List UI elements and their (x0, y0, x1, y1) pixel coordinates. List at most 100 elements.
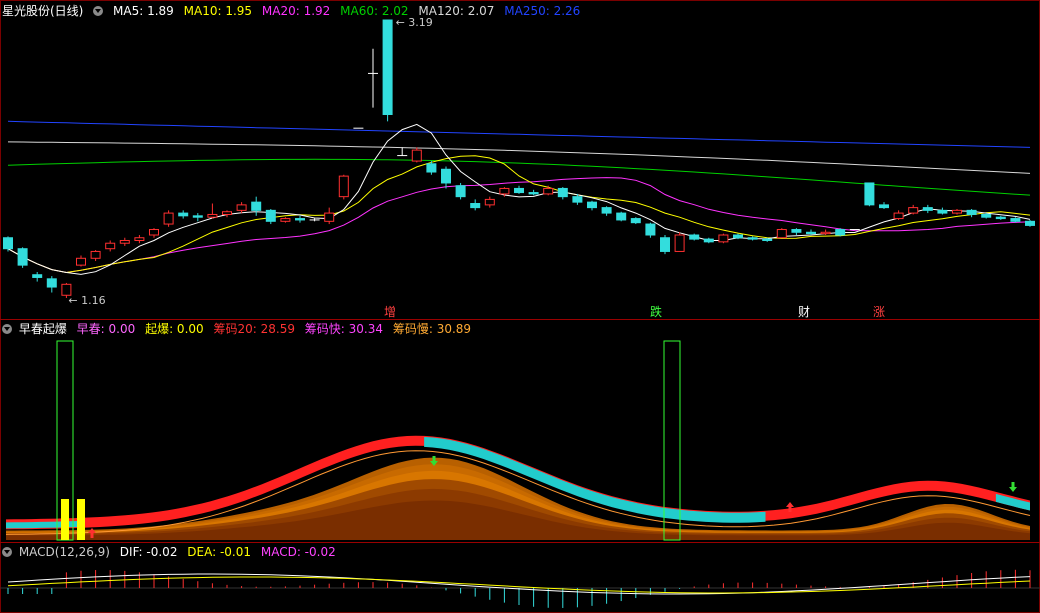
candle-0 (3, 236, 13, 252)
candle-40 (587, 200, 597, 211)
candle-body-31 (455, 185, 466, 198)
candle-body-23 (338, 175, 349, 198)
ma10-value: MA10: 1.95 (183, 4, 253, 18)
candle-25 (368, 48, 378, 108)
candle-57 (835, 228, 846, 237)
macd-header: MACD(12,26,9) DIF: -0.02 DEA: -0.01 MACD… (2, 544, 342, 560)
candle-body-8 (119, 239, 130, 244)
candle-body-47 (689, 234, 700, 240)
qibao-value: 起爆: 0.00 (145, 322, 204, 336)
candle-31 (455, 182, 466, 200)
main-panel-header: 星光股份(日线) MA5: 1.89 MA10: 1.95 MA20: 1.92… (2, 3, 586, 19)
candle-55 (806, 229, 816, 236)
stock-chart-window: ← 3.19 ← 1.16 星光股份(日线) MA5: 1.89 MA10: 1.… (0, 0, 1040, 613)
candle-5 (76, 255, 86, 267)
candle-45 (660, 235, 670, 255)
candle-36 (528, 189, 539, 196)
candle-48 (703, 237, 714, 244)
macd-name: MACD(12,26,9) (18, 545, 110, 559)
candle-38 (557, 187, 568, 200)
candle-15 (222, 210, 232, 218)
ma20-value: MA20: 1.92 (261, 4, 331, 18)
candle-body-46 (674, 234, 685, 252)
choumakuai-value: 筹码快: 30.34 (304, 322, 384, 336)
candle-63 (922, 204, 933, 214)
qibao-bar-1 (61, 499, 69, 540)
macd-toggle-icon[interactable] (2, 547, 12, 557)
candle-28 (411, 147, 422, 163)
candle-30 (441, 166, 451, 189)
candle-47 (689, 233, 700, 241)
indicator1-header: 早春起爆 早春: 0.00 起爆: 0.00 筹码20: 28.59 筹码快: … (2, 321, 477, 337)
candle-1 (17, 247, 28, 268)
candle-23 (338, 174, 349, 200)
dea-value: DEA: -0.01 (187, 545, 252, 559)
candle-10 (149, 228, 159, 238)
candle-body-15 (222, 211, 232, 215)
ma120-value: MA120: 2.07 (418, 4, 495, 18)
candle-body-45 (660, 237, 670, 252)
candle-32 (470, 199, 481, 211)
candle-body-42 (616, 212, 627, 221)
candle-body-44 (645, 223, 656, 236)
candle-body-20 (295, 218, 305, 221)
dropdown-toggle-icon[interactable] (93, 6, 104, 16)
ma-line-ma120 (7, 141, 1031, 174)
ma5-value: MA5: 1.89 (113, 4, 174, 18)
candle-59 (864, 182, 875, 207)
candle-18 (265, 208, 276, 225)
candle-13 (192, 213, 203, 222)
candle-body-66 (966, 209, 977, 215)
candle-body-52 (762, 238, 773, 241)
candle-body-64 (937, 209, 948, 214)
candle-body-41 (601, 207, 612, 214)
candle-17 (251, 196, 262, 216)
candle-33 (484, 196, 495, 208)
event-marker-die[interactable]: 跌 (650, 303, 662, 320)
candle-body-34 (499, 187, 510, 195)
candle-body-51 (747, 237, 758, 240)
candle-body-13 (192, 215, 203, 218)
candle-body-33 (484, 198, 495, 206)
macd-value: MACD: -0.02 (260, 545, 336, 559)
candle-27 (397, 147, 408, 157)
candle-6 (90, 250, 101, 262)
indicator1-toggle-icon[interactable] (2, 324, 12, 334)
ma60-value: MA60: 2.02 (340, 4, 409, 18)
candle-body-57 (835, 229, 846, 236)
candle-body-50 (733, 234, 743, 239)
event-marker-zhang[interactable]: 涨 (873, 303, 885, 320)
event-marker-cai[interactable]: 财 (798, 303, 810, 320)
candle-body-61 (893, 212, 904, 220)
candle-body-0 (3, 237, 13, 250)
candle-body-48 (703, 238, 714, 243)
candle-42 (616, 211, 627, 222)
ma250-value: MA250: 2.26 (504, 4, 581, 18)
candle-body-60 (879, 204, 889, 209)
event-marker-zeng[interactable]: 增 (384, 303, 396, 320)
candle-2 (32, 271, 43, 282)
candle-body-53 (776, 229, 787, 239)
candle-body-17 (251, 201, 262, 211)
candle-body-30 (441, 168, 451, 184)
candle-body-63 (922, 207, 933, 211)
candle-body-40 (587, 201, 597, 209)
candle-body-59 (864, 182, 875, 206)
candle-19 (280, 217, 291, 223)
candle-49 (718, 233, 729, 244)
candle-body-43 (630, 218, 641, 224)
candle-body-18 (265, 209, 276, 222)
candle-body-7 (105, 242, 116, 250)
candle-body-38 (557, 187, 568, 198)
ma-line-ma10 (7, 155, 1031, 274)
candle-body-39 (572, 196, 583, 203)
candle-body-5 (76, 257, 86, 266)
candle-70 (1025, 219, 1035, 227)
candle-65 (952, 208, 962, 215)
candle-3 (46, 276, 57, 293)
candle-body-49 (718, 234, 729, 243)
candle-7 (105, 240, 116, 252)
candle-60 (879, 202, 889, 209)
qibao-bar-2 (77, 499, 85, 540)
candle-body-26 (382, 19, 393, 115)
